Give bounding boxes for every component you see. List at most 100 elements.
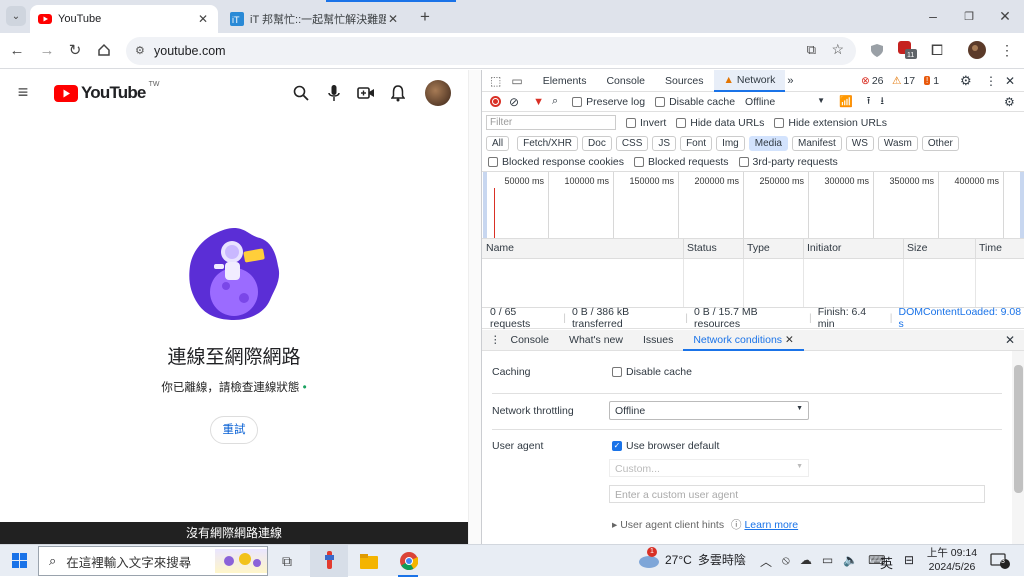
- minimize-icon[interactable]: –: [922, 5, 944, 27]
- microphone-icon[interactable]: [323, 82, 345, 104]
- tab-sources[interactable]: Sources: [655, 75, 714, 87]
- ime-mode-icon[interactable]: ⊟: [904, 553, 914, 567]
- type-filter-font[interactable]: Font: [680, 136, 712, 151]
- device-toolbar-icon[interactable]: ▭: [511, 74, 522, 88]
- drawer-tab-console[interactable]: Console: [501, 334, 560, 346]
- ua-custom-select[interactable]: Custom...▼: [609, 459, 809, 477]
- page-scrollbar[interactable]: [468, 70, 481, 544]
- learn-more-link[interactable]: Learn more: [744, 519, 798, 531]
- weather-widget[interactable]: 1 27°C 多雲時陰: [638, 551, 746, 568]
- type-filter-manifest[interactable]: Manifest: [792, 136, 842, 151]
- extension-badge-icon[interactable]: 11: [896, 39, 918, 61]
- tray-battery-icon[interactable]: ▭: [822, 553, 833, 570]
- url-text[interactable]: youtube.com: [154, 44, 226, 58]
- youtube-logo[interactable]: YouTube TW: [54, 83, 159, 103]
- tab-ithome[interactable]: iT iT 邦幫忙::一起幫忙解決難題，拯救 IT 人的一天 ✕: [222, 5, 408, 33]
- column-header-status[interactable]: Status: [687, 242, 717, 254]
- tab-search-button[interactable]: ⌄: [6, 6, 26, 26]
- clear-icon[interactable]: ⊘: [509, 95, 519, 109]
- close-window-icon[interactable]: ✕: [994, 5, 1016, 27]
- inspect-element-icon[interactable]: ⬚: [490, 74, 501, 88]
- chrome-icon[interactable]: [398, 550, 420, 572]
- profile-avatar[interactable]: [966, 39, 988, 61]
- throttle-select[interactable]: Offline▼: [745, 96, 825, 108]
- bookmark-star-icon[interactable]: ☆: [831, 41, 844, 58]
- disable-cache-checkbox[interactable]: Disable cache: [655, 96, 735, 108]
- use-browser-default-checkbox[interactable]: ✓Use browser default: [612, 440, 719, 452]
- drawer-scrollbar[interactable]: [1012, 351, 1024, 544]
- warning-count[interactable]: ⚠17: [892, 75, 915, 87]
- error-count[interactable]: ⊗26: [861, 75, 884, 87]
- filter-input[interactable]: Filter: [486, 115, 616, 130]
- ime-indicator[interactable]: 英: [880, 553, 893, 572]
- close-devtools-icon[interactable]: ✕: [1005, 74, 1015, 88]
- preserve-log-checkbox[interactable]: Preserve log: [572, 96, 645, 108]
- filter-icon[interactable]: ▼: [533, 96, 544, 108]
- forward-icon[interactable]: →: [36, 39, 58, 61]
- network-conditions-icon[interactable]: 📶: [839, 95, 853, 108]
- type-filter-ws[interactable]: WS: [846, 136, 874, 151]
- column-header-time[interactable]: Time: [979, 242, 1002, 254]
- type-filter-all[interactable]: All: [486, 136, 509, 151]
- taskbar-app-pinned[interactable]: [310, 545, 348, 577]
- tray-chevron-icon[interactable]: ︿: [760, 553, 772, 570]
- type-filter-js[interactable]: JS: [652, 136, 676, 151]
- tray-cloud-icon[interactable]: ☁: [800, 553, 812, 570]
- notification-center-icon[interactable]: 3: [990, 552, 1010, 570]
- timeline-right-handle[interactable]: [1020, 172, 1024, 238]
- type-filter-doc[interactable]: Doc: [582, 136, 612, 151]
- tab-network[interactable]: ▲ Network: [714, 70, 786, 92]
- blocked-requests-checkbox[interactable]: Blocked requests: [634, 156, 729, 168]
- settings-gear-icon[interactable]: ⚙: [960, 73, 972, 89]
- type-filter-media[interactable]: Media: [749, 136, 788, 151]
- task-view-icon[interactable]: ⧉: [276, 550, 298, 572]
- search-icon[interactable]: [290, 82, 312, 104]
- home-icon[interactable]: [93, 39, 115, 61]
- extensions-puzzle-icon[interactable]: ⧠: [926, 39, 948, 61]
- file-explorer-icon[interactable]: [358, 550, 380, 572]
- back-icon[interactable]: ←: [6, 39, 28, 61]
- tray-volume-icon[interactable]: 🔈: [843, 553, 858, 570]
- windows-start-icon[interactable]: [8, 549, 30, 571]
- drawer-menu-icon[interactable]: ⋮: [490, 334, 501, 346]
- drawer-tab-whats-new[interactable]: What's new: [559, 334, 633, 346]
- drawer-tab-network-conditions[interactable]: Network conditions ✕: [683, 330, 803, 351]
- import-har-icon[interactable]: ⭱: [867, 93, 871, 111]
- tab-elements[interactable]: Elements: [533, 75, 597, 87]
- issue-count[interactable]: !1: [924, 75, 939, 87]
- reload-icon[interactable]: ↻: [64, 39, 86, 61]
- third-party-checkbox[interactable]: 3rd-party requests: [739, 156, 838, 168]
- column-header-initiator[interactable]: Initiator: [807, 242, 841, 254]
- record-icon[interactable]: [490, 96, 501, 107]
- create-video-icon[interactable]: [355, 82, 377, 104]
- clock[interactable]: 上午 09:14 2024/5/26: [924, 546, 980, 574]
- taskbar-search-box[interactable]: ⌕ 在這裡輸入文字來搜尋: [38, 546, 268, 576]
- tab-close-icon[interactable]: ✕: [196, 12, 210, 26]
- site-info-icon[interactable]: ⚙: [135, 44, 145, 57]
- type-filter-css[interactable]: CSS: [616, 136, 649, 151]
- blocked-cookies-checkbox[interactable]: Blocked response cookies: [488, 156, 624, 168]
- throttling-select[interactable]: Offline▼: [609, 401, 809, 420]
- devtools-menu-icon[interactable]: ⋮: [985, 74, 997, 88]
- tab-console[interactable]: Console: [596, 75, 655, 87]
- tray-network-icon[interactable]: ⦸: [782, 553, 790, 570]
- search-network-icon[interactable]: ⌕: [552, 95, 558, 108]
- tab-close-icon[interactable]: ✕: [386, 12, 400, 26]
- export-har-icon[interactable]: ⭳: [880, 93, 884, 111]
- close-drawer-icon[interactable]: ✕: [1005, 333, 1015, 347]
- column-header-name[interactable]: Name: [486, 242, 514, 254]
- new-tab-button[interactable]: +: [414, 6, 436, 28]
- type-filter-wasm[interactable]: Wasm: [878, 136, 918, 151]
- ua-client-hints[interactable]: ▸ User agent client hints ⓘ Learn more: [612, 517, 798, 532]
- type-filter-fetchxhr[interactable]: Fetch/XHR: [517, 136, 578, 151]
- hamburger-menu-icon[interactable]: ≡: [12, 81, 34, 103]
- timeline-overview[interactable]: 50000 ms100000 ms150000 ms200000 ms25000…: [482, 172, 1024, 238]
- column-header-size[interactable]: Size: [907, 242, 927, 254]
- tab-youtube[interactable]: YouTube ✕: [30, 5, 218, 33]
- scrollbar-thumb[interactable]: [1014, 365, 1023, 493]
- open-in-app-icon[interactable]: ⧉: [807, 42, 816, 58]
- notifications-bell-icon[interactable]: [387, 82, 409, 104]
- nc-disable-cache-checkbox[interactable]: Disable cache: [612, 366, 692, 378]
- restore-icon[interactable]: ❐: [958, 5, 980, 27]
- close-tab-icon[interactable]: ✕: [785, 334, 794, 346]
